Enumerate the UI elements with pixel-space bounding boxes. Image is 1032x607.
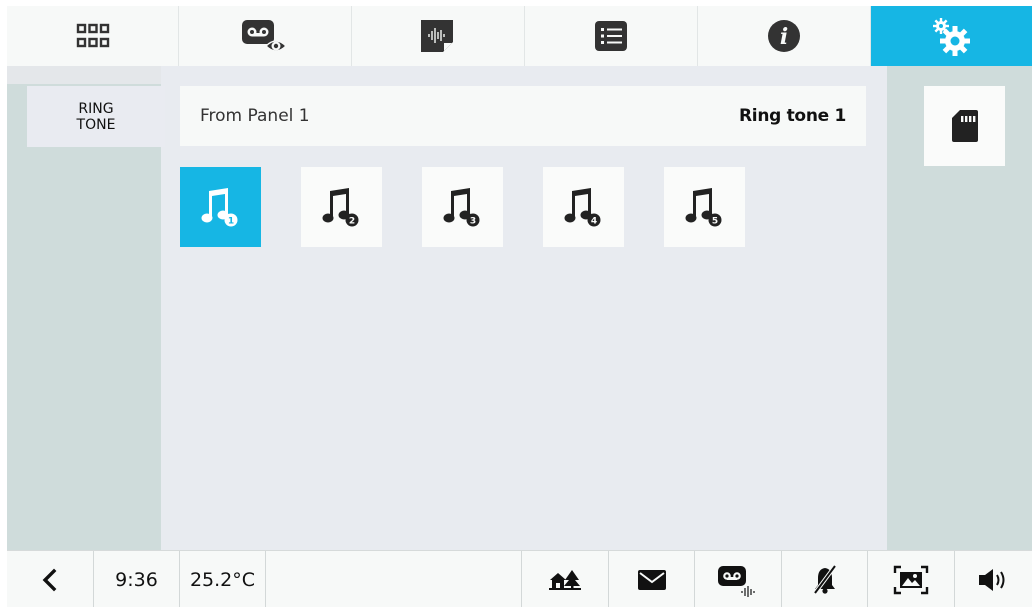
temperature: 25.2°C bbox=[180, 551, 266, 607]
back-button[interactable] bbox=[7, 551, 94, 607]
music-note-icon: 3 bbox=[443, 188, 479, 227]
source-label: From Panel 1 bbox=[200, 106, 310, 126]
tab-list[interactable] bbox=[525, 6, 698, 66]
tab-info[interactable]: i bbox=[698, 6, 871, 66]
ring-tone-option-2[interactable]: 2 bbox=[301, 167, 382, 247]
tab-video-memo[interactable] bbox=[179, 6, 352, 66]
ring-tone-option-3[interactable]: 3 bbox=[422, 167, 503, 247]
tone-number-3: 3 bbox=[469, 217, 475, 227]
music-note-icon: 1 bbox=[201, 188, 237, 227]
settings-gears-icon bbox=[932, 18, 970, 56]
music-note-icon: 2 bbox=[322, 188, 358, 227]
sd-card-icon bbox=[951, 110, 978, 142]
bottom-status-bar: 9:36 25.2°C bbox=[7, 550, 1032, 607]
list-icon bbox=[595, 21, 627, 51]
ring-tone-option-5[interactable]: 5 bbox=[664, 167, 745, 247]
speaker-volume-icon bbox=[978, 568, 1004, 591]
tab-home-grid[interactable] bbox=[7, 6, 179, 66]
info-icon: i bbox=[768, 20, 800, 52]
voice-memo-icon bbox=[421, 20, 453, 52]
voicemail-icon bbox=[718, 565, 755, 597]
picture-frame-icon bbox=[893, 565, 929, 594]
clock: 9:36 bbox=[94, 551, 180, 607]
tone-number-5: 5 bbox=[711, 217, 717, 227]
tab-settings[interactable] bbox=[871, 6, 1032, 66]
section-label-ring-tone[interactable]: RING TONE bbox=[27, 86, 165, 147]
tone-number-1: 1 bbox=[227, 217, 233, 227]
tone-number-4: 4 bbox=[590, 217, 596, 227]
ring-tone-source-row[interactable]: From Panel 1 Ring tone 1 bbox=[180, 86, 866, 146]
messages-button[interactable] bbox=[609, 551, 695, 607]
home-button[interactable] bbox=[522, 551, 609, 607]
ring-tone-option-1[interactable]: 1 bbox=[180, 167, 261, 247]
ring-tone-option-4[interactable]: 4 bbox=[543, 167, 624, 247]
home-tree-icon bbox=[549, 569, 581, 590]
back-chevron-icon bbox=[42, 568, 57, 591]
main-content: RING TONE From Panel 1 Ring tone 1 1 2 3… bbox=[7, 66, 1032, 550]
svg-text:i: i bbox=[780, 24, 788, 50]
bell-muted-icon bbox=[812, 564, 837, 594]
sd-card-button[interactable] bbox=[924, 86, 1005, 166]
volume-button[interactable] bbox=[955, 551, 1032, 607]
grid-icon bbox=[76, 23, 109, 48]
video-memo-view-icon bbox=[242, 20, 288, 52]
envelope-icon bbox=[637, 569, 666, 590]
voicemail-button[interactable] bbox=[695, 551, 782, 607]
music-note-icon: 5 bbox=[685, 188, 721, 227]
selected-tone-value: Ring tone 1 bbox=[739, 106, 846, 126]
music-note-icon: 4 bbox=[564, 188, 600, 227]
gallery-button[interactable] bbox=[868, 551, 955, 607]
top-navigation: i bbox=[7, 6, 1032, 66]
tab-voice-memo[interactable] bbox=[352, 6, 525, 66]
status-spacer bbox=[266, 551, 522, 607]
mute-bell-button[interactable] bbox=[782, 551, 868, 607]
tone-number-2: 2 bbox=[348, 217, 354, 227]
left-panel-header-strip bbox=[7, 66, 161, 84]
time-display: 9:36 bbox=[115, 568, 158, 591]
temperature-display: 25.2°C bbox=[189, 568, 256, 591]
